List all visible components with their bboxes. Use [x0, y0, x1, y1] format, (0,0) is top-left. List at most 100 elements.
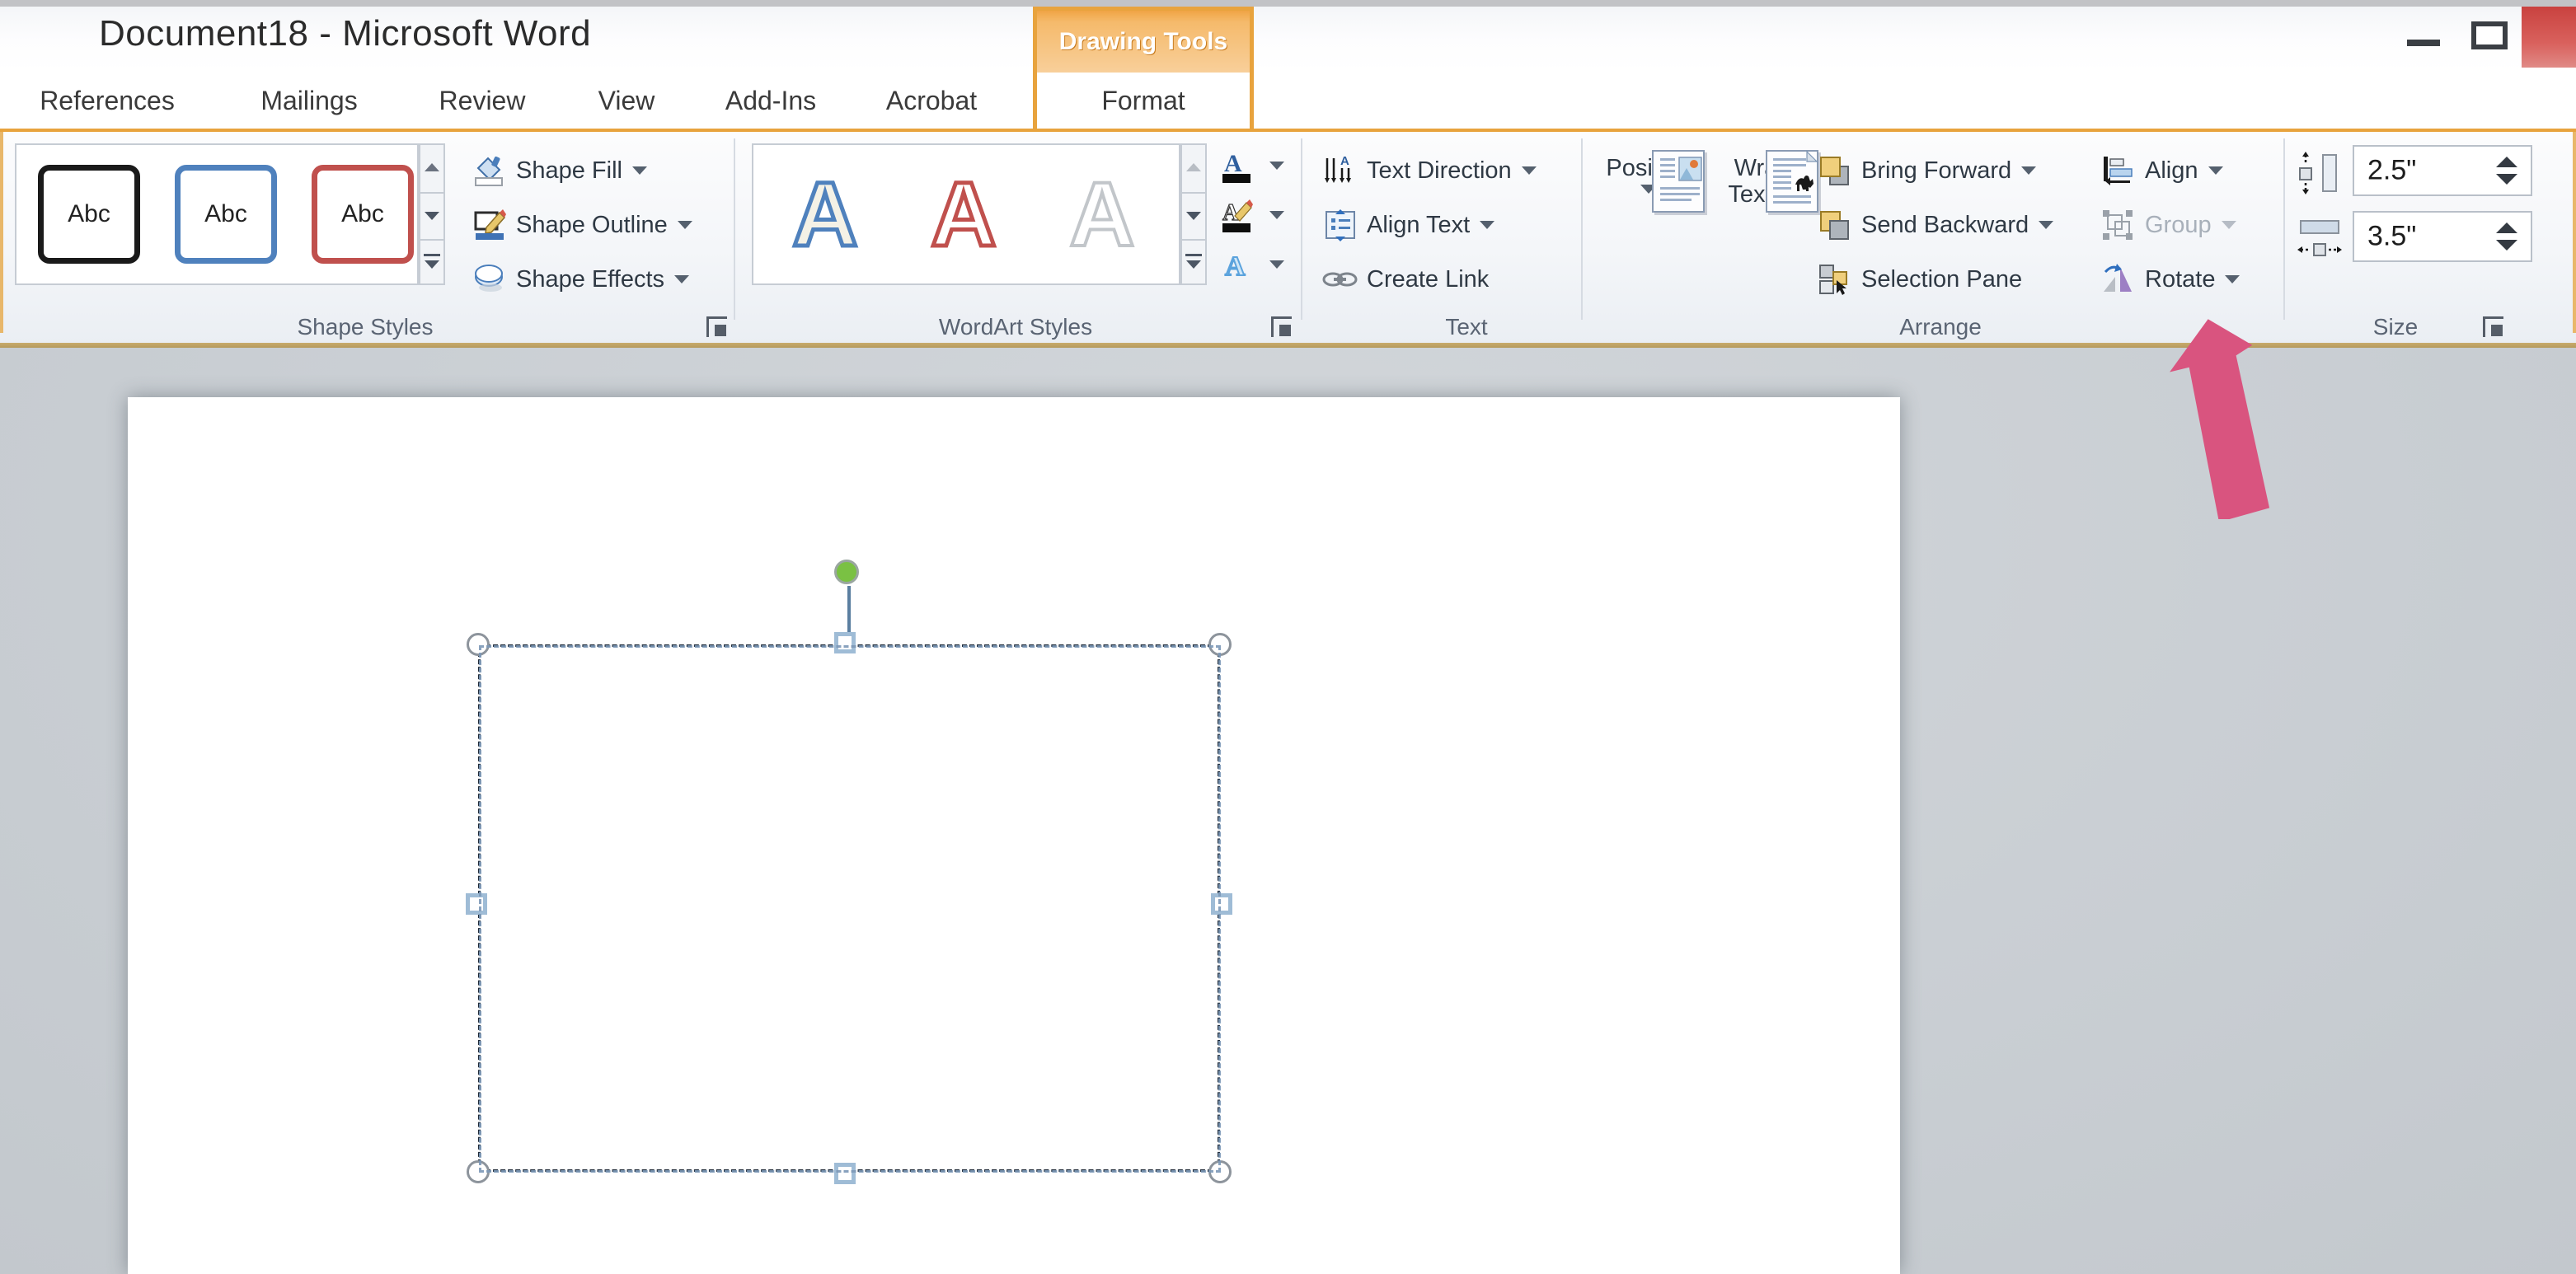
resize-handle-bottom-left[interactable]	[467, 1160, 490, 1183]
selection-pane-icon	[1817, 262, 1853, 297]
rotation-handle[interactable]	[834, 560, 859, 584]
shape-style-thumb-2-label: Abc	[204, 200, 247, 227]
tab-acrobat[interactable]: Acrobat	[866, 73, 997, 129]
text-fill-button[interactable]: A	[1220, 145, 1284, 186]
gallery-scroll-down-button[interactable]	[420, 192, 443, 238]
shape-outline-button[interactable]: Shape Outline	[472, 204, 692, 246]
group-caret-icon	[2221, 221, 2236, 229]
more-chevron-icon	[1186, 260, 1201, 269]
title-bar: Document18 - Microsoft Word	[0, 0, 2576, 73]
close-button[interactable]	[2522, 7, 2576, 68]
bring-forward-caret-icon[interactable]	[2021, 166, 2037, 175]
svg-text:A: A	[1224, 150, 1242, 177]
shape-height-value: 2.5"	[2367, 154, 2417, 186]
shape-height-stepper-up[interactable]	[2496, 157, 2517, 167]
group-separator-3	[1581, 138, 1583, 320]
bring-forward-icon	[1817, 153, 1853, 188]
position-button[interactable]: Position	[1594, 150, 1705, 213]
shape-width-input[interactable]: 3.5"	[2353, 211, 2532, 262]
rotate-button[interactable]: Rotate	[2100, 259, 2241, 300]
size-dialog-launcher[interactable]	[2481, 315, 2506, 340]
resize-handle-bottom-center[interactable]	[834, 1163, 856, 1184]
text-direction-button[interactable]: A Text Direction	[1322, 150, 1537, 191]
shape-effects-button[interactable]: Shape Effects	[472, 259, 690, 300]
shape-outline-caret-icon[interactable]	[677, 221, 692, 229]
wordart-thumb-1[interactable]: A	[772, 157, 879, 272]
gallery-more-button[interactable]	[420, 239, 443, 283]
wordart-styles-gallery[interactable]: A A A	[752, 143, 1180, 285]
text-direction-icon: A	[1322, 153, 1358, 188]
resize-handle-top-center[interactable]	[834, 632, 856, 653]
shape-width-stepper-up[interactable]	[2496, 222, 2517, 233]
shape-effects-icon	[472, 262, 508, 297]
bring-forward-button[interactable]: Bring Forward	[1817, 150, 2037, 191]
text-effects-caret-icon[interactable]	[1269, 260, 1284, 269]
tab-review[interactable]: Review	[420, 73, 544, 129]
text-direction-caret-icon[interactable]	[1521, 166, 1537, 175]
group-separator-4	[2283, 138, 2285, 320]
shape-effects-caret-icon[interactable]	[674, 275, 690, 283]
group-button: Group	[2100, 204, 2236, 246]
tab-addins[interactable]: Add-Ins	[705, 73, 837, 129]
align-text-caret-icon[interactable]	[1480, 221, 1495, 229]
contextual-tab-header-label: Drawing Tools	[1058, 27, 1228, 55]
rotate-caret-icon[interactable]	[2225, 275, 2241, 283]
wordart-thumb-2[interactable]: A	[910, 157, 1017, 272]
document-canvas[interactable]	[0, 348, 2576, 1274]
create-link-label: Create Link	[1367, 265, 1490, 293]
text-group-label: Text	[1445, 314, 1488, 340]
shape-height-input[interactable]: 2.5"	[2353, 145, 2532, 196]
text-fill-caret-icon[interactable]	[1269, 162, 1284, 170]
group-icon	[2100, 208, 2137, 242]
resize-handle-middle-left[interactable]	[466, 893, 487, 915]
resize-handle-middle-right[interactable]	[1211, 893, 1232, 915]
shape-width-stepper-down[interactable]	[2496, 240, 2517, 251]
shape-style-thumb-1[interactable]: Abc	[38, 165, 140, 264]
word-window: Document18 - Microsoft Word References M…	[0, 0, 2576, 1274]
ribbon-left-contextual-edge	[0, 132, 3, 333]
shape-style-thumb-3[interactable]: Abc	[312, 165, 414, 264]
wrap-text-button[interactable]: Wrap Text	[1708, 150, 1818, 213]
tab-view[interactable]: View	[577, 73, 676, 129]
maximize-button[interactable]	[2456, 7, 2522, 61]
size-group-label: Size	[2372, 314, 2419, 340]
shape-styles-dialog-launcher[interactable]	[705, 315, 730, 340]
tab-mailings[interactable]: Mailings	[239, 73, 379, 129]
tab-references[interactable]: References	[33, 73, 181, 129]
wordart-scroll-up-button[interactable]	[1182, 145, 1205, 191]
send-backward-button[interactable]: Send Backward	[1817, 204, 2054, 246]
selection-pane-button[interactable]: Selection Pane	[1817, 259, 2022, 300]
wordart-gallery-more-button[interactable]	[1182, 239, 1205, 283]
resize-handle-top-left[interactable]	[467, 633, 490, 656]
shape-style-thumb-1-label: Abc	[68, 200, 110, 227]
document-page[interactable]	[128, 397, 1900, 1274]
create-link-button[interactable]: Create Link	[1322, 259, 1489, 300]
text-outline-caret-icon[interactable]	[1269, 211, 1284, 219]
tab-format[interactable]: Format	[1033, 73, 1254, 129]
shape-fill-caret-icon[interactable]	[631, 166, 647, 175]
shape-fill-button[interactable]: Shape Fill	[472, 150, 647, 191]
align-objects-button[interactable]: Align	[2100, 150, 2223, 191]
text-outline-button[interactable]: A	[1220, 194, 1284, 236]
resize-handle-bottom-right[interactable]	[1208, 1160, 1232, 1183]
shape-styles-gallery[interactable]: Abc Abc Abc	[15, 143, 419, 285]
resize-handle-top-right[interactable]	[1208, 633, 1232, 656]
wordart-thumb-3[interactable]: A	[1049, 157, 1156, 272]
wordart-scroll-down-button[interactable]	[1182, 192, 1205, 238]
shape-style-thumb-2[interactable]: Abc	[175, 165, 277, 264]
selected-text-box[interactable]	[466, 560, 1232, 1184]
text-effects-icon: A	[1220, 247, 1260, 283]
shape-styles-group-label: Shape Styles	[297, 314, 434, 340]
send-backward-label: Send Backward	[1861, 211, 2029, 238]
pencil-outline-icon	[472, 208, 508, 242]
shape-height-stepper-down[interactable]	[2496, 174, 2517, 185]
text-fill-icon: A	[1220, 148, 1260, 183]
wordart-styles-dialog-launcher[interactable]	[1269, 315, 1294, 340]
shape-styles-gallery-scroll	[419, 143, 445, 285]
align-objects-caret-icon[interactable]	[2208, 166, 2223, 175]
send-backward-caret-icon[interactable]	[2039, 221, 2054, 229]
minimize-button[interactable]	[2391, 7, 2456, 61]
gallery-scroll-up-button[interactable]	[420, 145, 443, 191]
text-effects-button[interactable]: A	[1220, 244, 1284, 285]
align-text-button[interactable]: Align Text	[1322, 204, 1495, 246]
